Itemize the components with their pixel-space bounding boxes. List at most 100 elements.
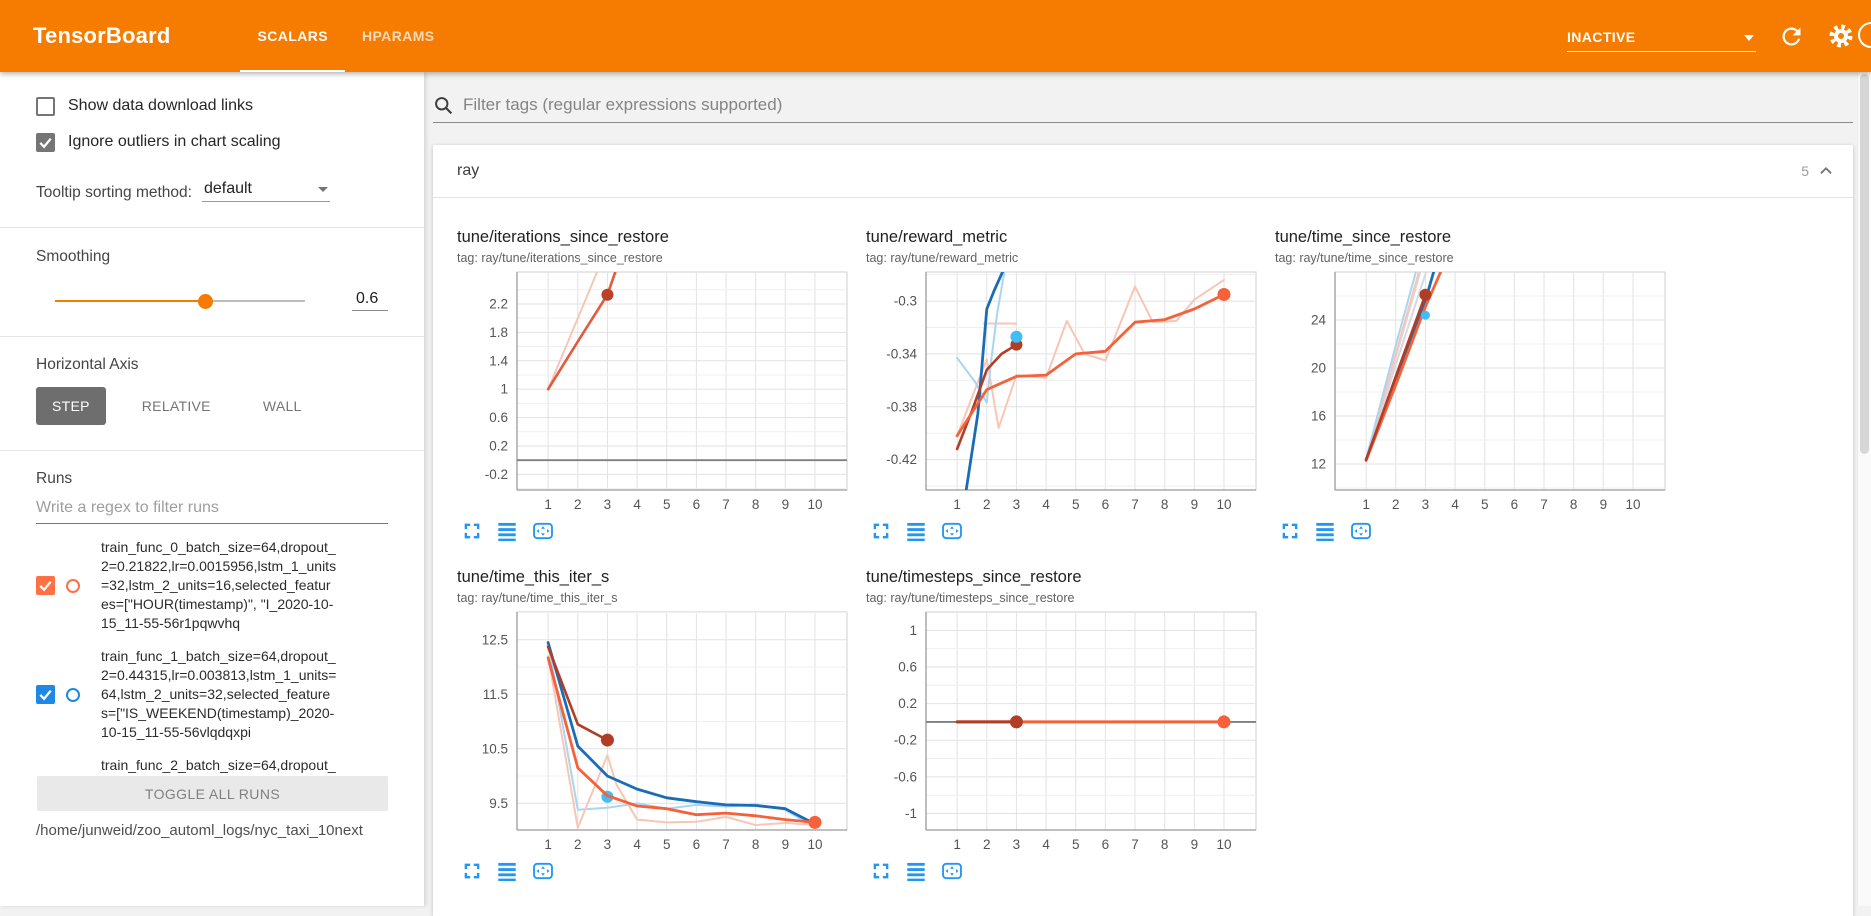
tag-filter-input[interactable]: [463, 95, 1853, 115]
svg-text:7: 7: [1540, 497, 1548, 512]
toggle-all-runs-button[interactable]: TOGGLE ALL RUNS: [37, 776, 388, 811]
chart-card-tune-iterations-since-restore: tune/iterations_since_restore tag: ray/tu…: [457, 228, 851, 542]
run-name: train_func_0_batch_size=64,dropout_2=0.2…: [101, 538, 337, 633]
svg-text:9: 9: [1191, 837, 1199, 852]
tab-scalars[interactable]: SCALARS: [240, 0, 344, 72]
nav-tabs: SCALARSHPARAMS: [240, 0, 451, 72]
chart-plot[interactable]: 10.60.2-0.2-0.6-112345678910: [866, 610, 1260, 856]
run-checkbox[interactable]: [36, 576, 55, 595]
chart-tag: tag: ray/tune/reward_metric: [866, 251, 1260, 265]
search-icon: [433, 95, 454, 116]
run-radio[interactable]: [66, 688, 80, 702]
run-name: train_func_1_batch_size=64,dropout_2=0.4…: [101, 647, 337, 742]
svg-text:0.2: 0.2: [898, 696, 917, 711]
chart-plot[interactable]: 2.21.81.410.60.2-0.212345678910: [457, 270, 851, 516]
svg-text:3: 3: [604, 837, 612, 852]
svg-text:2: 2: [574, 837, 582, 852]
data-download-icon[interactable]: [905, 860, 927, 882]
data-download-icon[interactable]: [1314, 520, 1336, 542]
scrollbar-thumb[interactable]: [1860, 74, 1869, 454]
svg-text:12: 12: [1311, 456, 1326, 471]
svg-text:8: 8: [1570, 497, 1578, 512]
tooltip-sorting-select[interactable]: default: [202, 180, 330, 202]
svg-text:4: 4: [1042, 837, 1050, 852]
chart-title: tune/reward_metric: [866, 228, 1260, 247]
svg-text:0.6: 0.6: [489, 410, 508, 425]
tag-filter: [433, 88, 1853, 123]
fit-domain-icon[interactable]: [1349, 520, 1373, 542]
chart-toolbar: [1279, 520, 1669, 542]
svg-text:9: 9: [782, 497, 790, 512]
chart-plot[interactable]: -0.3-0.34-0.38-0.4212345678910: [866, 270, 1260, 516]
fit-domain-icon[interactable]: [940, 520, 964, 542]
scrollbar[interactable]: [1857, 72, 1871, 906]
divider: [0, 450, 424, 451]
svg-text:5: 5: [1481, 497, 1489, 512]
expand-chart-icon[interactable]: [870, 520, 892, 542]
axis-mode-relative[interactable]: RELATIVE: [126, 387, 227, 425]
ray-section-header[interactable]: ray 5: [433, 145, 1853, 198]
svg-text:3: 3: [1422, 497, 1430, 512]
charts-grid: tune/iterations_since_restore tag: ray/tu…: [433, 198, 1853, 882]
data-download-icon[interactable]: [905, 520, 927, 542]
chart-tag: tag: ray/tune/iterations_since_restore: [457, 251, 851, 265]
show-download-links-checkbox[interactable]: [36, 97, 55, 116]
runs-list: train_func_0_batch_size=64,dropout_2=0.2…: [36, 538, 388, 776]
app-title: TensorBoard: [33, 23, 170, 49]
checkbox-label: Ignore outliers in chart scaling: [68, 133, 281, 151]
ignore-outliers-checkbox[interactable]: [36, 133, 55, 152]
chart-plot[interactable]: 2420161212345678910: [1275, 270, 1669, 516]
main-area: ray 5 tune/iterations_since_restore tag: …: [424, 72, 1871, 906]
refresh-icon[interactable]: [1778, 23, 1805, 50]
data-download-icon[interactable]: [496, 520, 518, 542]
smoothing-value[interactable]: 0.6: [352, 290, 388, 311]
svg-text:1: 1: [544, 837, 552, 852]
svg-text:9: 9: [1600, 497, 1608, 512]
fit-domain-icon[interactable]: [940, 860, 964, 882]
chevron-up-icon[interactable]: [1815, 160, 1837, 182]
fit-domain-icon[interactable]: [531, 860, 555, 882]
divider: [0, 336, 424, 337]
svg-text:10: 10: [1216, 837, 1231, 852]
svg-text:-0.6: -0.6: [894, 769, 917, 784]
svg-text:10.5: 10.5: [482, 741, 508, 756]
smoothing-label: Smoothing: [36, 248, 388, 266]
svg-text:7: 7: [1131, 497, 1139, 512]
status-select[interactable]: INACTIVE: [1567, 20, 1756, 52]
svg-text:7: 7: [722, 837, 730, 852]
svg-text:2: 2: [983, 837, 991, 852]
runs-filter-input[interactable]: [36, 499, 388, 517]
chart-title: tune/iterations_since_restore: [457, 228, 851, 247]
chart-toolbar: [461, 520, 851, 542]
tooltip-sorting-label: Tooltip sorting method:: [36, 184, 192, 202]
run-checkbox[interactable]: [36, 685, 55, 704]
chart-title: tune/time_this_iter_s: [457, 568, 851, 587]
smoothing-slider[interactable]: [55, 294, 305, 308]
run-radio[interactable]: [66, 579, 80, 593]
slider-knob[interactable]: [198, 294, 213, 309]
chart-plot[interactable]: 12.511.510.59.512345678910: [457, 610, 851, 856]
expand-chart-icon[interactable]: [461, 520, 483, 542]
svg-text:2.2: 2.2: [489, 296, 508, 311]
gear-icon[interactable]: [1827, 22, 1855, 50]
chart-card-tune-time-this-iter-s: tune/time_this_iter_s tag: ray/tune/time_…: [457, 568, 851, 882]
axis-mode-step[interactable]: STEP: [36, 387, 106, 425]
chart-title: tune/timesteps_since_restore: [866, 568, 1260, 587]
tab-hparams[interactable]: HPARAMS: [345, 0, 452, 72]
data-download-icon[interactable]: [496, 860, 518, 882]
svg-text:4: 4: [1451, 497, 1459, 512]
svg-text:-1: -1: [905, 806, 917, 821]
expand-chart-icon[interactable]: [461, 860, 483, 882]
chart-tag: tag: ray/tune/time_this_iter_s: [457, 591, 851, 605]
svg-text:9: 9: [1191, 497, 1199, 512]
axis-mode-wall[interactable]: WALL: [247, 387, 318, 425]
svg-text:12.5: 12.5: [482, 632, 508, 647]
svg-text:8: 8: [1161, 497, 1169, 512]
expand-chart-icon[interactable]: [1279, 520, 1301, 542]
chart-tag: tag: ray/tune/time_since_restore: [1275, 251, 1669, 265]
svg-text:-0.42: -0.42: [886, 452, 917, 467]
svg-text:-0.38: -0.38: [886, 399, 917, 414]
expand-chart-icon[interactable]: [870, 860, 892, 882]
fit-domain-icon[interactable]: [531, 520, 555, 542]
svg-text:1: 1: [500, 382, 508, 397]
